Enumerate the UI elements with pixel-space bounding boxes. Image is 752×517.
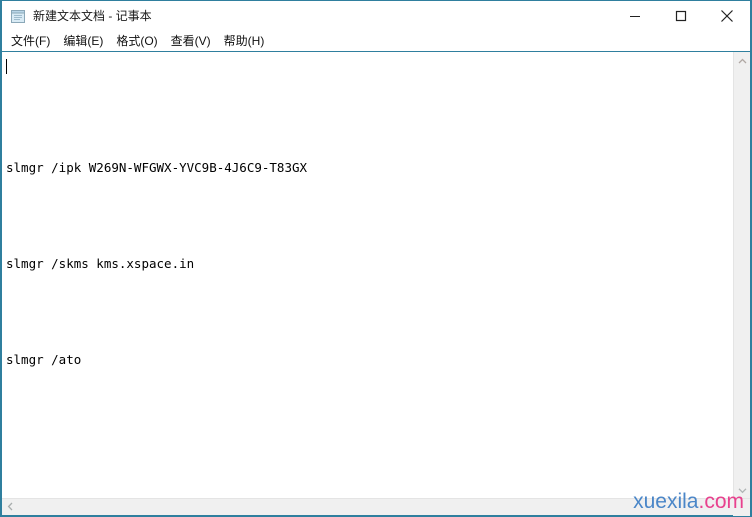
title-bar-left: 新建文本文档 - 记事本 <box>2 8 152 24</box>
chevron-up-icon <box>738 52 747 70</box>
maximize-icon <box>675 10 687 22</box>
text-line: slmgr /ato <box>6 352 82 367</box>
menu-format[interactable]: 格式(O) <box>112 32 166 50</box>
editor-region: slmgr /ipk W269N-WFGWX-YVC9B-4J6C9-T83GX… <box>2 52 750 498</box>
menu-view[interactable]: 查看(V) <box>167 32 220 50</box>
scroll-left-button[interactable] <box>2 499 19 516</box>
minimize-button[interactable] <box>612 1 658 31</box>
menu-help[interactable]: 帮助(H) <box>220 32 274 50</box>
close-button[interactable] <box>704 1 750 31</box>
text-line: slmgr /ipk W269N-WFGWX-YVC9B-4J6C9-T83GX <box>6 160 308 175</box>
close-icon <box>720 9 734 23</box>
scroll-down-button[interactable] <box>734 481 751 498</box>
window-controls <box>612 1 750 31</box>
text-line: slmgr /skms kms.xspace.in <box>6 256 195 271</box>
scroll-up-button[interactable] <box>734 52 751 69</box>
window-title: 新建文本文档 - 记事本 <box>33 9 152 23</box>
chevron-down-icon <box>738 481 747 499</box>
notepad-icon <box>10 8 26 24</box>
chevron-left-icon <box>7 498 14 516</box>
scrollbar-corner <box>733 499 750 516</box>
menu-edit[interactable]: 编辑(E) <box>59 32 112 50</box>
maximize-button[interactable] <box>658 1 704 31</box>
notepad-window: 新建文本文档 - 记事本 文件(F) 编辑(E) 格式(O) 查看(V) 帮助(… <box>0 0 752 517</box>
text-editor[interactable]: slmgr /ipk W269N-WFGWX-YVC9B-4J6C9-T83GX… <box>2 52 733 498</box>
menu-file[interactable]: 文件(F) <box>7 32 59 50</box>
text-caret <box>6 59 7 74</box>
title-bar[interactable]: 新建文本文档 - 记事本 <box>2 1 750 31</box>
minimize-icon <box>629 10 641 22</box>
vertical-scrollbar[interactable] <box>733 52 750 498</box>
horizontal-scrollbar[interactable] <box>2 498 750 516</box>
menu-bar: 文件(F) 编辑(E) 格式(O) 查看(V) 帮助(H) <box>2 31 750 52</box>
